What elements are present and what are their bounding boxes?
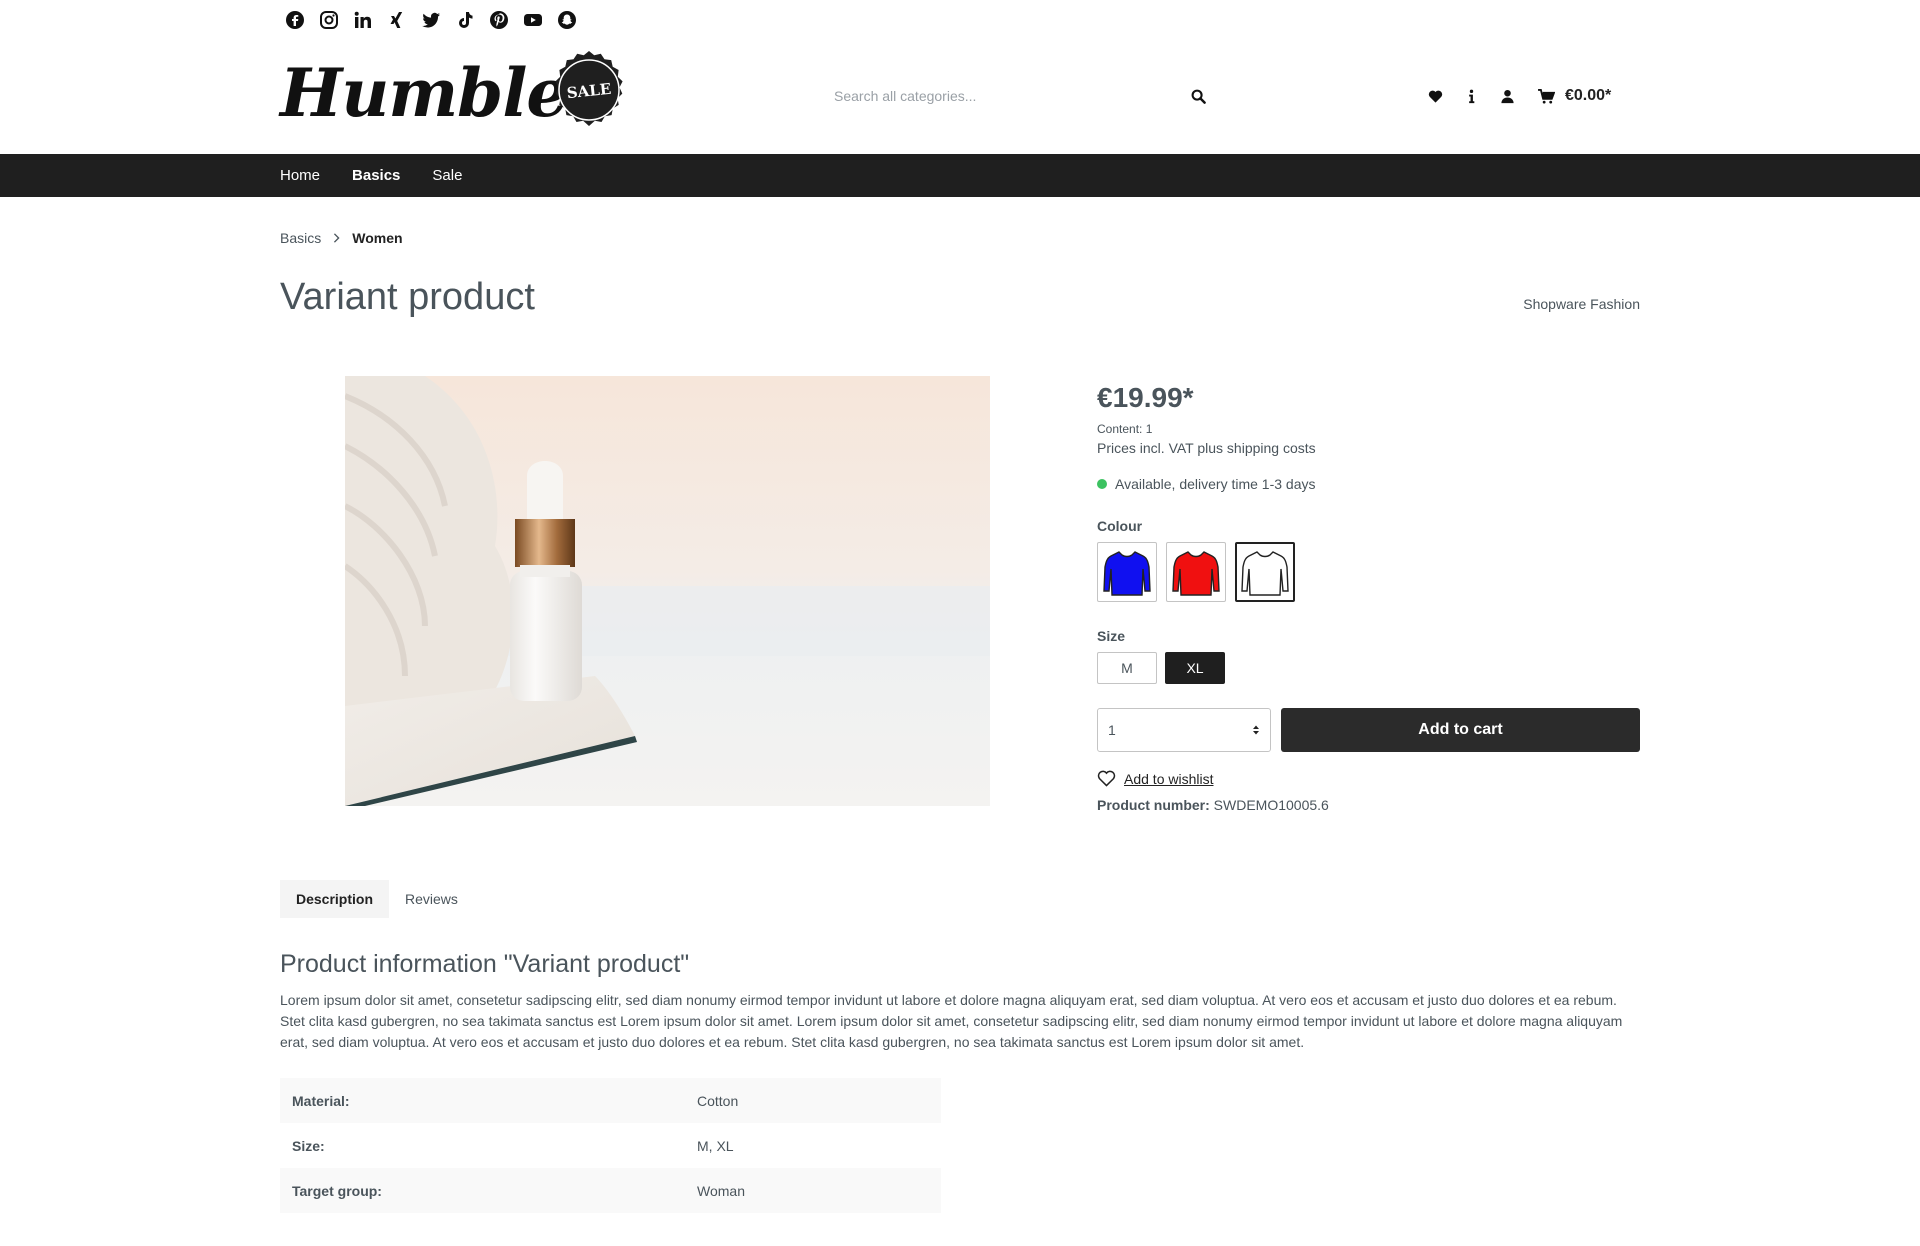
product-price: €19.99* xyxy=(1097,382,1194,413)
colour-option-white[interactable] xyxy=(1235,542,1295,602)
account-button[interactable] xyxy=(1498,87,1516,105)
shop-logo[interactable]: Humble xyxy=(280,54,568,132)
breadcrumb-item-basics[interactable]: Basics xyxy=(280,230,321,246)
heart-icon xyxy=(1428,90,1442,103)
nav-item-sale[interactable]: Sale xyxy=(432,167,462,184)
wishlist-button[interactable] xyxy=(1426,87,1444,105)
instagram-icon[interactable] xyxy=(318,9,340,31)
table-row: Target group: Woman xyxy=(280,1168,941,1213)
description-title: Product information "Variant product" xyxy=(280,950,690,978)
size-option-m[interactable]: M xyxy=(1097,652,1157,684)
property-key: Size: xyxy=(292,1137,325,1154)
size-label: Size xyxy=(1097,628,1126,644)
facebook-icon[interactable] xyxy=(284,9,306,31)
pinterest-icon[interactable] xyxy=(488,9,510,31)
white-shirt-icon xyxy=(1241,551,1289,596)
properties-table: Material: Cotton Size: M, XL Target grou… xyxy=(280,1078,941,1213)
search-icon xyxy=(1191,89,1206,104)
nav-item-basics[interactable]: Basics xyxy=(352,167,400,184)
buy-box: €19.99* Content: 1 Prices incl. VAT plus… xyxy=(1097,376,1640,813)
info-icon xyxy=(1468,89,1474,103)
youtube-icon[interactable] xyxy=(522,9,544,31)
header-actions: €0.00* xyxy=(1426,80,1611,112)
manufacturer-link[interactable]: Shopware Fashion xyxy=(1523,296,1640,312)
add-to-wishlist-link[interactable]: Add to wishlist xyxy=(1097,770,1640,787)
delivery-information: Available, delivery time 1-3 days xyxy=(1097,476,1640,492)
product-detail-tabs: Description Reviews xyxy=(280,880,474,918)
property-key: Material: xyxy=(292,1092,350,1109)
tab-reviews[interactable]: Reviews xyxy=(389,880,474,918)
colour-option-blue[interactable] xyxy=(1097,542,1157,602)
xing-icon[interactable] xyxy=(386,9,408,31)
product-photo xyxy=(345,376,990,806)
table-row: Size: M, XL xyxy=(280,1123,941,1168)
wishlist-text: Add to wishlist xyxy=(1124,770,1214,787)
sale-badge-text: SALE xyxy=(565,79,613,103)
search-bar xyxy=(820,74,1220,118)
sale-badge[interactable]: SALE xyxy=(548,50,630,132)
breadcrumb-item-women[interactable]: Women xyxy=(352,230,402,246)
description-text: Lorem ipsum dolor sit amet, consetetur s… xyxy=(280,992,1623,1050)
blue-shirt-icon xyxy=(1103,551,1151,596)
cart-button[interactable]: €0.00* xyxy=(1538,87,1611,105)
add-to-cart-button[interactable]: Add to cart xyxy=(1281,708,1640,752)
site-header: Humble SALE €0.00* xyxy=(0,40,1920,154)
user-icon xyxy=(1500,89,1514,103)
heart-outline-icon xyxy=(1097,770,1116,787)
snapchat-icon[interactable] xyxy=(556,9,578,31)
tab-description[interactable]: Description xyxy=(280,880,390,918)
property-value: M, XL xyxy=(697,1137,734,1154)
quantity-value: 1 xyxy=(1108,722,1116,738)
breadcrumb: Basics Women xyxy=(280,230,403,246)
size-options: M XL xyxy=(1097,652,1640,684)
product-number-label: Product number: xyxy=(1097,797,1210,813)
content-info: Content: 1 xyxy=(1097,422,1153,436)
quantity-select[interactable]: 1 xyxy=(1097,708,1271,752)
twitter-icon[interactable] xyxy=(420,9,442,31)
cart-total: €0.00* xyxy=(1565,87,1612,104)
service-menu-button[interactable] xyxy=(1462,87,1480,105)
buy-form: 1 Add to cart xyxy=(1097,708,1640,752)
page-title: Variant product xyxy=(280,276,535,318)
size-option-xl[interactable]: XL xyxy=(1165,652,1225,684)
property-key: Target group: xyxy=(292,1182,382,1199)
social-links xyxy=(284,8,578,32)
colour-options xyxy=(1097,542,1640,602)
nav-item-home[interactable]: Home xyxy=(280,167,320,184)
main-navigation: Home Basics Sale xyxy=(0,154,1920,197)
colour-label: Colour xyxy=(1097,518,1143,534)
product-number: Product number: SWDEMO10005.6 xyxy=(1097,797,1640,813)
search-input[interactable] xyxy=(820,76,1180,116)
search-button[interactable] xyxy=(1180,76,1216,116)
linkedin-icon[interactable] xyxy=(352,9,374,31)
cart-icon xyxy=(1538,88,1555,104)
availability-dot-icon xyxy=(1097,479,1107,489)
property-value: Cotton xyxy=(697,1092,739,1109)
product-number-value: SWDEMO10005.6 xyxy=(1213,797,1329,813)
colour-option-red[interactable] xyxy=(1166,542,1226,602)
delivery-text: Available, delivery time 1-3 days xyxy=(1115,476,1316,492)
table-row: Material: Cotton xyxy=(280,1078,941,1123)
red-shirt-icon xyxy=(1172,551,1220,596)
chevron-right-icon xyxy=(334,233,340,243)
product-image[interactable] xyxy=(345,376,990,806)
tax-info: Prices incl. VAT plus shipping costs xyxy=(1097,440,1316,456)
tiktok-icon[interactable] xyxy=(454,9,476,31)
property-value: Woman xyxy=(697,1182,745,1199)
select-arrows-icon xyxy=(1252,724,1260,736)
